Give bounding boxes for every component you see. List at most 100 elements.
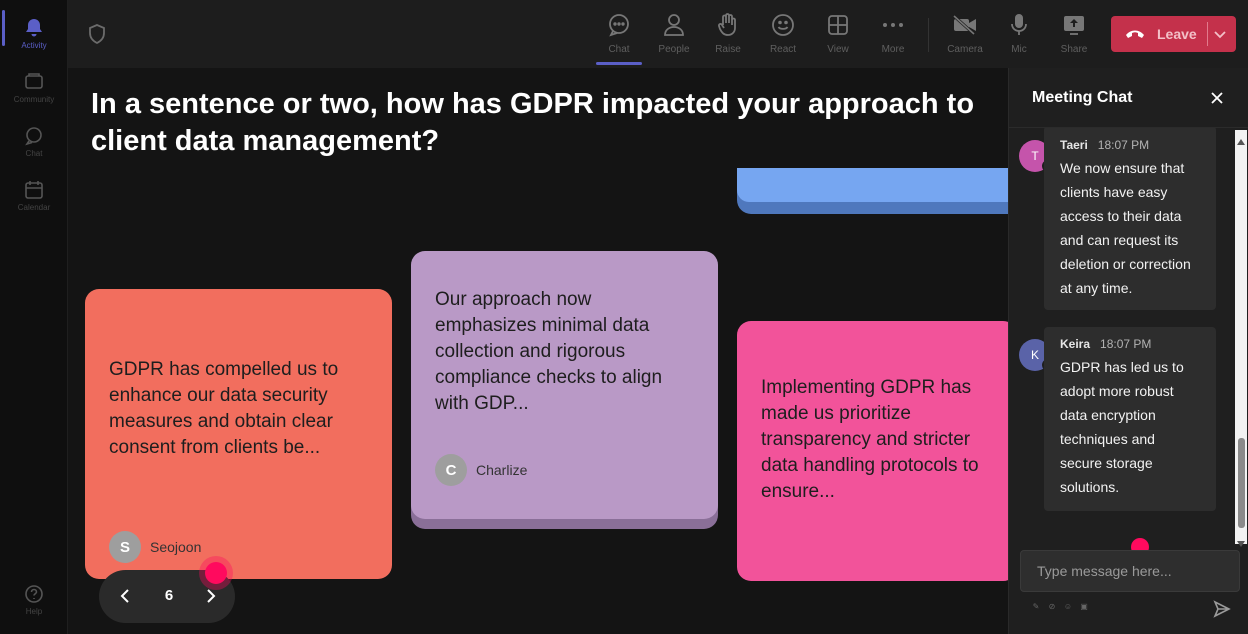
chat-header: Meeting Chat bbox=[1009, 68, 1248, 128]
grid-view-icon bbox=[825, 12, 851, 38]
toolbar-view-button[interactable]: View bbox=[813, 10, 863, 60]
avatar: C bbox=[435, 454, 467, 486]
chat-scrollbar[interactable] bbox=[1235, 130, 1247, 547]
question-title: In a sentence or two, how has GDPR impac… bbox=[91, 88, 975, 157]
toolbar-chat-button[interactable]: Chat bbox=[594, 10, 644, 60]
rail-label-activity: Activity bbox=[21, 40, 47, 50]
presentation-stage: In a sentence or two, how has GDPR impac… bbox=[68, 68, 1008, 634]
send-icon[interactable] bbox=[1213, 600, 1231, 618]
rail-item-chat[interactable]: Chat bbox=[0, 118, 68, 164]
person-icon bbox=[661, 12, 687, 38]
chat-message[interactable]: Taeri 18:07 PM We now ensure that clients… bbox=[1044, 128, 1216, 310]
calendar-icon bbox=[23, 179, 45, 201]
chat-icon bbox=[23, 125, 45, 147]
leave-label: Leave bbox=[1157, 26, 1197, 42]
hang-up-icon bbox=[1125, 27, 1147, 41]
page-number: 6 bbox=[164, 587, 174, 604]
scrollbar-thumb[interactable] bbox=[1238, 438, 1245, 528]
response-card[interactable]: Implementing GDPR has made us prioritize… bbox=[737, 321, 1008, 581]
toolbar-react-label: React bbox=[769, 44, 797, 55]
response-text: Our approach now emphasizes minimal data… bbox=[435, 289, 663, 414]
chat-message[interactable]: Keira 18:07 PM GDPR has led us to adopt m… bbox=[1044, 327, 1216, 511]
chat-active-indicator bbox=[596, 62, 642, 65]
rail-item-help[interactable]: Help bbox=[0, 576, 68, 622]
toolbar-view-label: View bbox=[827, 44, 849, 55]
cursor-dot bbox=[205, 562, 227, 584]
message-text: We now ensure that clients have easy acc… bbox=[1060, 160, 1191, 296]
rail-label-help: Help bbox=[25, 606, 43, 616]
message-meta: Keira 18:07 PM bbox=[1060, 337, 1200, 351]
response-text: GDPR has compelled us to enhance our dat… bbox=[109, 359, 339, 458]
message-meta: Taeri 18:07 PM bbox=[1060, 138, 1200, 152]
avatar-initial: T bbox=[1031, 149, 1039, 163]
response-card-blue[interactable] bbox=[737, 168, 1008, 202]
chevron-left-icon[interactable] bbox=[117, 587, 135, 605]
meeting-chat-panel: Meeting Chat T Taeri 18:07 PM We now ensu… bbox=[1008, 68, 1248, 634]
leave-button[interactable]: Leave bbox=[1111, 16, 1236, 52]
scroll-down-arrow-icon[interactable] bbox=[1237, 534, 1245, 547]
response-card[interactable]: Our approach now emphasizes minimal data… bbox=[411, 251, 718, 519]
chevron-down-icon[interactable] bbox=[1213, 27, 1227, 41]
chat-messages[interactable]: T Taeri 18:07 PM We now ensure that clien… bbox=[1009, 128, 1235, 544]
microphone-icon bbox=[1006, 12, 1032, 38]
gif-icon[interactable]: ▣ bbox=[1079, 602, 1089, 612]
toolbar-people-button[interactable]: People bbox=[649, 10, 699, 60]
attach-icon[interactable]: ⊘ bbox=[1047, 602, 1057, 612]
app-rail: Activity Community Chat Calendar Help bbox=[0, 0, 68, 634]
message-input-box[interactable] bbox=[1020, 550, 1240, 592]
camera-off-icon bbox=[952, 12, 978, 38]
toolbar-camera-button[interactable]: Camera bbox=[940, 10, 990, 60]
avatar-initial: K bbox=[1030, 348, 1039, 362]
sender-name: Taeri bbox=[1060, 138, 1088, 152]
raise-hand-icon bbox=[715, 12, 741, 38]
rail-item-community[interactable]: Community bbox=[0, 64, 68, 110]
chat-bubble-icon bbox=[606, 12, 632, 38]
more-dots-icon bbox=[880, 12, 906, 38]
share-screen-icon bbox=[1061, 12, 1087, 38]
toolbar-more-button[interactable]: More bbox=[868, 10, 918, 60]
toolbar-camera-label: Camera bbox=[947, 44, 983, 55]
emoji-icon[interactable]: ☺ bbox=[1063, 602, 1073, 612]
message-time: 18:07 PM bbox=[1100, 337, 1152, 351]
response-card[interactable]: GDPR has compelled us to enhance our dat… bbox=[85, 289, 392, 579]
author-name: Charlize bbox=[476, 462, 528, 478]
author-name: Seojoon bbox=[150, 539, 202, 555]
response-text: Implementing GDPR has made us prioritize… bbox=[761, 377, 979, 502]
toolbar-share-label: Share bbox=[1060, 44, 1088, 55]
avatar: S bbox=[109, 531, 141, 563]
community-icon bbox=[23, 71, 45, 93]
meeting-window: Activity Community Chat Calendar Help Ch… bbox=[0, 0, 1248, 634]
toolbar-mic-label: Mic bbox=[1011, 44, 1027, 55]
sender-name: Keira bbox=[1060, 337, 1091, 351]
toolbar-mic-button[interactable]: Mic bbox=[994, 10, 1044, 60]
message-input[interactable] bbox=[1021, 551, 1239, 591]
format-toolbar: ✎ ⊘ ☺ ▣ bbox=[1031, 602, 1089, 612]
toolbar-chat-label: Chat bbox=[608, 44, 630, 55]
bell-icon bbox=[23, 17, 45, 39]
toolbar-share-button[interactable]: Share bbox=[1049, 10, 1099, 60]
format-icon[interactable]: ✎ bbox=[1031, 602, 1041, 612]
help-icon bbox=[23, 583, 45, 605]
close-icon[interactable] bbox=[1209, 90, 1225, 106]
leave-divider bbox=[1207, 22, 1208, 46]
toolbar-more-label: More bbox=[881, 44, 905, 55]
toolbar-raise-button[interactable]: Raise bbox=[703, 10, 753, 60]
scroll-up-arrow-icon[interactable] bbox=[1237, 132, 1245, 145]
toolbar-people-label: People bbox=[658, 44, 690, 55]
message-time: 18:07 PM bbox=[1097, 138, 1150, 152]
toolbar-react-button[interactable]: React bbox=[758, 10, 808, 60]
response-author: S Seojoon bbox=[109, 531, 201, 563]
rail-label-community: Community bbox=[13, 94, 55, 104]
smiley-icon bbox=[770, 12, 796, 38]
meeting-toolbar: Chat People Raise React View More Camera… bbox=[68, 0, 1248, 68]
response-author: C Charlize bbox=[435, 454, 527, 486]
rail-item-activity[interactable]: Activity bbox=[0, 10, 68, 56]
toolbar-raise-label: Raise bbox=[715, 44, 741, 55]
rail-label-chat: Chat bbox=[25, 148, 43, 158]
shield-icon[interactable] bbox=[88, 24, 106, 45]
chat-title: Meeting Chat bbox=[1032, 89, 1133, 106]
toolbar-divider bbox=[928, 18, 929, 52]
rail-label-calendar: Calendar bbox=[17, 202, 51, 212]
rail-item-calendar[interactable]: Calendar bbox=[0, 172, 68, 218]
message-text: GDPR has led us to adopt more robust dat… bbox=[1060, 359, 1184, 495]
